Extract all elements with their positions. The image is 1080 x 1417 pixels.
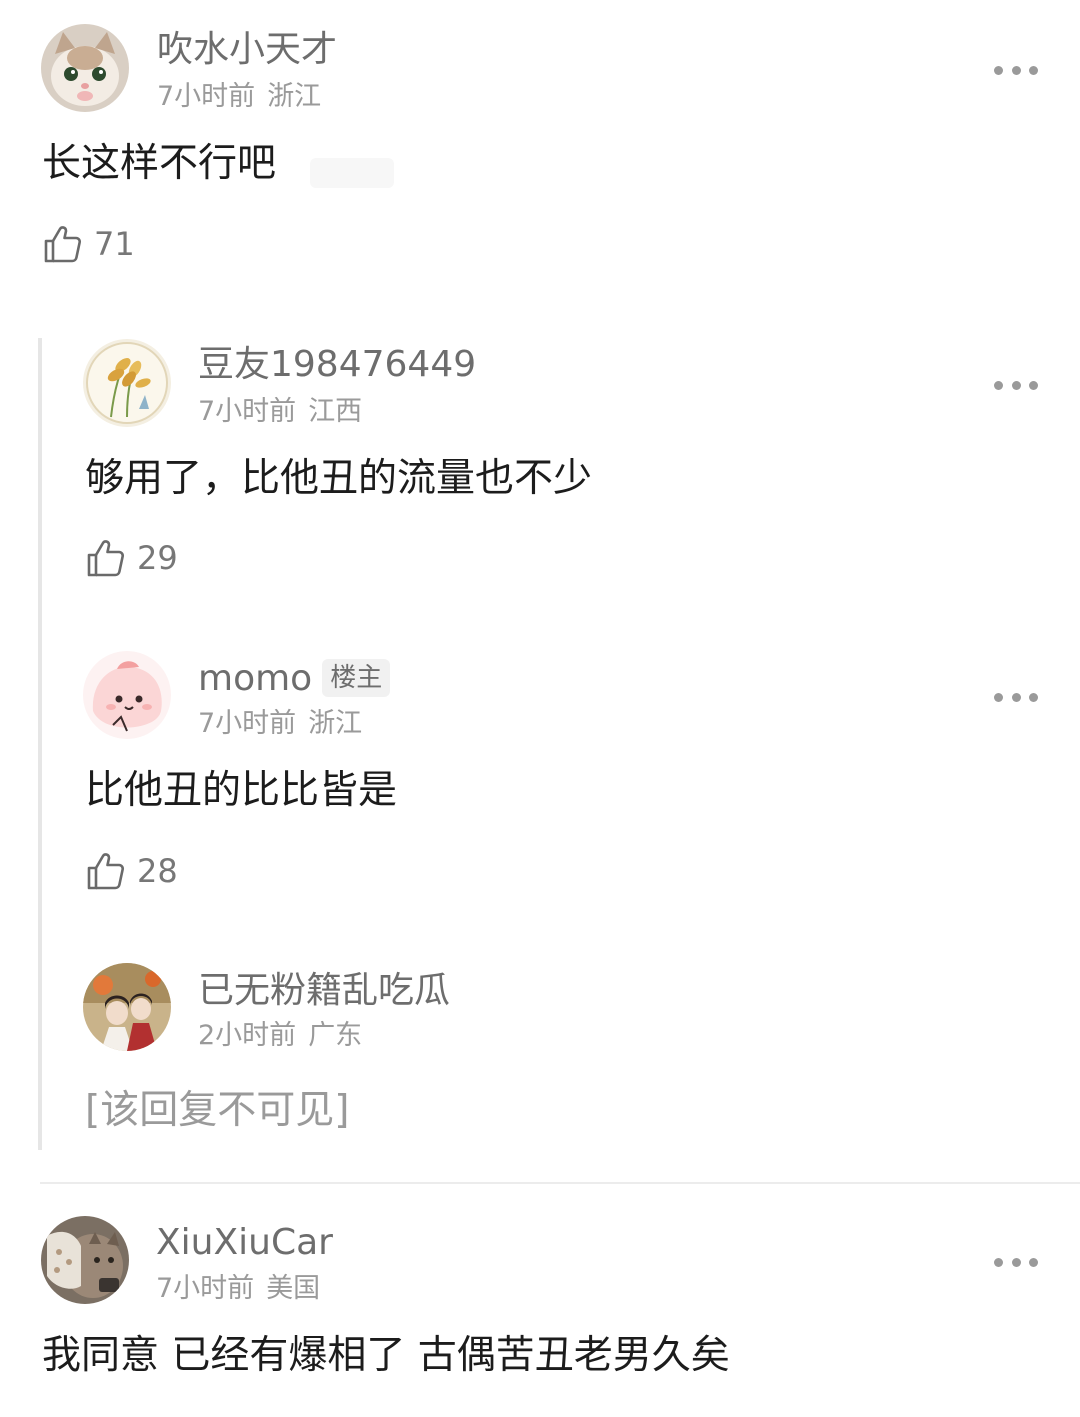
obscured-emoji [310,158,394,188]
location: 浙江 [267,81,322,112]
thumbs-up-icon [87,853,125,890]
location: 江西 [308,396,363,427]
like-count: 28 [137,852,178,890]
comment-meta: 7小时前 浙江 [157,80,321,114]
reply-thread-line [38,338,42,1150]
location: 浙江 [308,708,363,739]
thumbs-up-icon [44,226,82,263]
comment-meta: 2小时前 广东 [198,1019,362,1053]
avatar[interactable] [41,1216,129,1304]
more-dots-icon [994,1257,1003,1267]
reply-text: 比他丑的比比皆是 [85,768,398,813]
more-options-button[interactable] [994,1252,1038,1272]
username[interactable]: XiuXiuCar [156,1221,333,1265]
username: momo 楼主 [198,657,391,701]
more-options-button[interactable] [994,375,1038,395]
username-link[interactable]: momo [198,658,312,699]
location: 美国 [266,1273,321,1304]
more-dots-icon [994,380,1003,390]
username[interactable]: 已无粉籍乱吃瓜 [198,969,450,1013]
reply-text: 够用了，比他丑的流量也不少 [85,456,593,501]
timestamp: 7小时前 [198,396,297,427]
username[interactable]: 豆友198476449 [198,343,476,387]
like-button[interactable]: 29 [85,536,178,580]
costume-couple-avatar-icon [83,963,171,1051]
location: 广东 [308,1020,363,1051]
like-button[interactable]: 71 [42,222,135,266]
avatar[interactable] [41,24,129,112]
comment-text: 我同意 已经有爆相了 古偶苦丑老男久矣 [42,1333,730,1378]
wheat-painting-avatar-icon [83,339,171,427]
timestamp: 7小时前 [156,1273,255,1304]
comment-meta: 7小时前 美国 [156,1272,320,1306]
section-divider [40,1182,1080,1184]
timestamp: 7小时前 [157,81,256,112]
timestamp: 7小时前 [198,708,297,739]
thumbs-up-icon [87,540,125,577]
like-button[interactable]: 28 [85,849,178,893]
cat-photo-avatar-icon [41,1216,129,1304]
hidden-reply-notice: [该回复不可见] [85,1088,350,1133]
more-options-button[interactable] [994,60,1038,80]
timestamp: 2小时前 [198,1020,297,1051]
avatar[interactable] [83,963,171,1051]
pink-blob-avatar-icon [83,651,171,739]
cat-avatar-icon [41,24,129,112]
more-options-button[interactable] [994,687,1038,707]
comment-item: 吹水小天才 7小时前 浙江 长这样不行吧 71 [0,0,1080,290]
like-count: 71 [94,225,135,263]
username[interactable]: 吹水小天才 [157,28,337,72]
like-count: 29 [137,539,178,577]
avatar[interactable] [83,339,171,427]
more-dots-icon [994,65,1003,75]
comment-meta: 7小时前 浙江 [198,707,362,741]
op-badge: 楼主 [322,659,391,697]
comment-text: 长这样不行吧 [42,141,277,186]
more-dots-icon [994,692,1003,702]
avatar[interactable] [83,651,171,739]
comment-meta: 7小时前 江西 [198,395,362,429]
